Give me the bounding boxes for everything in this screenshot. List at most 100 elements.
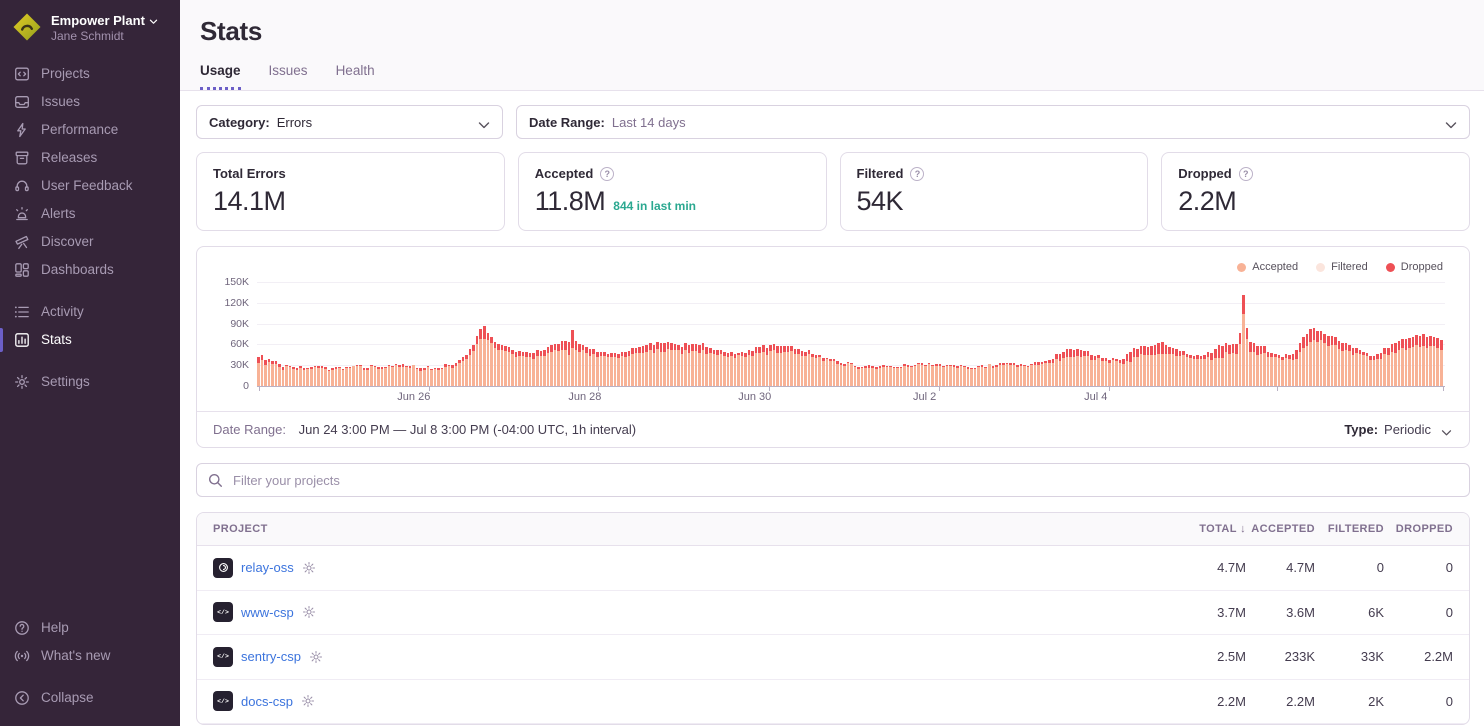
org-switcher[interactable]: Empower Plant Jane Schmidt bbox=[0, 0, 180, 60]
chart-bar[interactable] bbox=[1299, 343, 1302, 386]
chart-bar[interactable] bbox=[1398, 341, 1401, 386]
sidebar-item-collapse[interactable]: Collapse bbox=[0, 684, 180, 712]
chart-bar[interactable] bbox=[1426, 337, 1429, 386]
chart-bar[interactable] bbox=[695, 344, 698, 386]
chart-bar[interactable] bbox=[1334, 337, 1337, 386]
chart-bar[interactable] bbox=[850, 363, 853, 386]
sidebar-item-releases[interactable]: Releases bbox=[0, 144, 180, 172]
chart-bar[interactable] bbox=[1292, 354, 1295, 386]
chart-bar[interactable] bbox=[575, 341, 578, 386]
chart-bar[interactable] bbox=[1002, 363, 1005, 386]
chart-bar[interactable] bbox=[448, 365, 451, 386]
chart-bar[interactable] bbox=[494, 342, 497, 386]
chart-bar[interactable] bbox=[861, 367, 864, 386]
chart-bar[interactable] bbox=[868, 365, 871, 386]
chart-bar[interactable] bbox=[550, 345, 553, 386]
chart-bar[interactable] bbox=[1030, 364, 1033, 386]
chart-bar[interactable] bbox=[487, 333, 490, 386]
legend-item-accepted[interactable]: Accepted bbox=[1237, 261, 1298, 273]
chart-bar[interactable] bbox=[264, 360, 267, 386]
chart-bar[interactable] bbox=[1242, 295, 1245, 386]
chart-bar[interactable] bbox=[607, 354, 610, 386]
chart-bar[interactable] bbox=[638, 347, 641, 386]
chart-bar[interactable] bbox=[483, 326, 486, 386]
chart-bar[interactable] bbox=[1189, 355, 1192, 386]
chart-bar[interactable] bbox=[1147, 347, 1150, 386]
chart-bar[interactable] bbox=[1355, 348, 1358, 386]
chart-bar[interactable] bbox=[1059, 354, 1062, 386]
chart-bar[interactable] bbox=[391, 366, 394, 386]
project-settings-gear-icon[interactable] bbox=[302, 561, 316, 575]
chart-bar[interactable] bbox=[582, 345, 585, 386]
sidebar-item-settings[interactable]: Settings bbox=[0, 368, 180, 396]
chart-bar[interactable] bbox=[1186, 354, 1189, 386]
chart-bar[interactable] bbox=[377, 367, 380, 386]
chart-bar[interactable] bbox=[758, 347, 761, 386]
chart-bar[interactable] bbox=[988, 364, 991, 386]
chart-bar[interactable] bbox=[667, 342, 670, 386]
chart-bar[interactable] bbox=[515, 352, 518, 386]
chart-bar[interactable] bbox=[1387, 348, 1390, 386]
chart-bar[interactable] bbox=[472, 345, 475, 386]
chart-bar[interactable] bbox=[762, 345, 765, 386]
chart-bar[interactable] bbox=[981, 365, 984, 386]
chart-bar[interactable] bbox=[903, 364, 906, 386]
chart-bar[interactable] bbox=[1157, 343, 1160, 386]
chart-bar[interactable] bbox=[1076, 349, 1079, 386]
chart-bar[interactable] bbox=[963, 366, 966, 386]
chart-bar[interactable] bbox=[931, 365, 934, 386]
project-link[interactable]: docs-csp bbox=[241, 694, 293, 709]
chart-bar[interactable] bbox=[1274, 354, 1277, 386]
chart-bar[interactable] bbox=[790, 346, 793, 386]
chart-bar[interactable] bbox=[1112, 358, 1115, 386]
project-settings-gear-icon[interactable] bbox=[309, 650, 323, 664]
tab-issues[interactable]: Issues bbox=[269, 63, 308, 90]
chart-bar[interactable] bbox=[314, 366, 317, 386]
chart-bar[interactable] bbox=[469, 349, 472, 386]
chart-bar[interactable] bbox=[649, 343, 652, 386]
chart-bar[interactable] bbox=[804, 352, 807, 386]
chart-bar[interactable] bbox=[1429, 336, 1432, 386]
chart-bar[interactable] bbox=[1210, 353, 1213, 386]
chart-bar[interactable] bbox=[727, 353, 730, 386]
chart-bar[interactable] bbox=[734, 354, 737, 386]
chart-bar[interactable] bbox=[1415, 335, 1418, 386]
chart-bar[interactable] bbox=[653, 345, 656, 386]
chart-bar[interactable] bbox=[1193, 356, 1196, 386]
help-icon[interactable]: ? bbox=[600, 167, 614, 181]
chart-bar[interactable] bbox=[345, 367, 348, 386]
chart-bar[interactable] bbox=[617, 354, 620, 386]
chart-bar[interactable] bbox=[1405, 339, 1408, 386]
chart-bar[interactable] bbox=[349, 367, 352, 386]
chart-bar[interactable] bbox=[1044, 361, 1047, 386]
chart-bar[interactable] bbox=[1394, 343, 1397, 386]
chart-bar[interactable] bbox=[1348, 345, 1351, 386]
chart-bar[interactable] bbox=[356, 365, 359, 386]
chart-bar[interactable] bbox=[808, 350, 811, 386]
chart-bar[interactable] bbox=[476, 336, 479, 386]
chart-bar[interactable] bbox=[811, 354, 814, 386]
legend-item-dropped[interactable]: Dropped bbox=[1386, 261, 1443, 273]
chart-bar[interactable] bbox=[1136, 349, 1139, 386]
chart-bar[interactable] bbox=[1267, 352, 1270, 387]
sidebar-item-what-s-new[interactable]: What's new bbox=[0, 642, 180, 670]
chart-bar[interactable] bbox=[928, 363, 931, 386]
chart-bar[interactable] bbox=[384, 367, 387, 386]
chart-bar[interactable] bbox=[621, 352, 624, 386]
chart-bar[interactable] bbox=[967, 367, 970, 386]
chart-bar[interactable] bbox=[268, 359, 271, 386]
chart-bar[interactable] bbox=[1161, 342, 1164, 386]
chart-bar[interactable] bbox=[441, 368, 444, 386]
chart-bar[interactable] bbox=[833, 359, 836, 386]
chart-bar[interactable] bbox=[1214, 349, 1217, 386]
chart-bar[interactable] bbox=[992, 366, 995, 386]
chart-bar[interactable] bbox=[282, 367, 285, 386]
chart-bar[interactable] bbox=[702, 343, 705, 386]
sidebar-item-user-feedback[interactable]: User Feedback bbox=[0, 172, 180, 200]
help-icon[interactable]: ? bbox=[1239, 167, 1253, 181]
chart-bar[interactable] bbox=[529, 353, 532, 387]
sidebar-item-performance[interactable]: Performance bbox=[0, 116, 180, 144]
chart-bar[interactable] bbox=[522, 352, 525, 386]
chart-bar[interactable] bbox=[455, 363, 458, 386]
chart-bar[interactable] bbox=[1023, 365, 1026, 386]
